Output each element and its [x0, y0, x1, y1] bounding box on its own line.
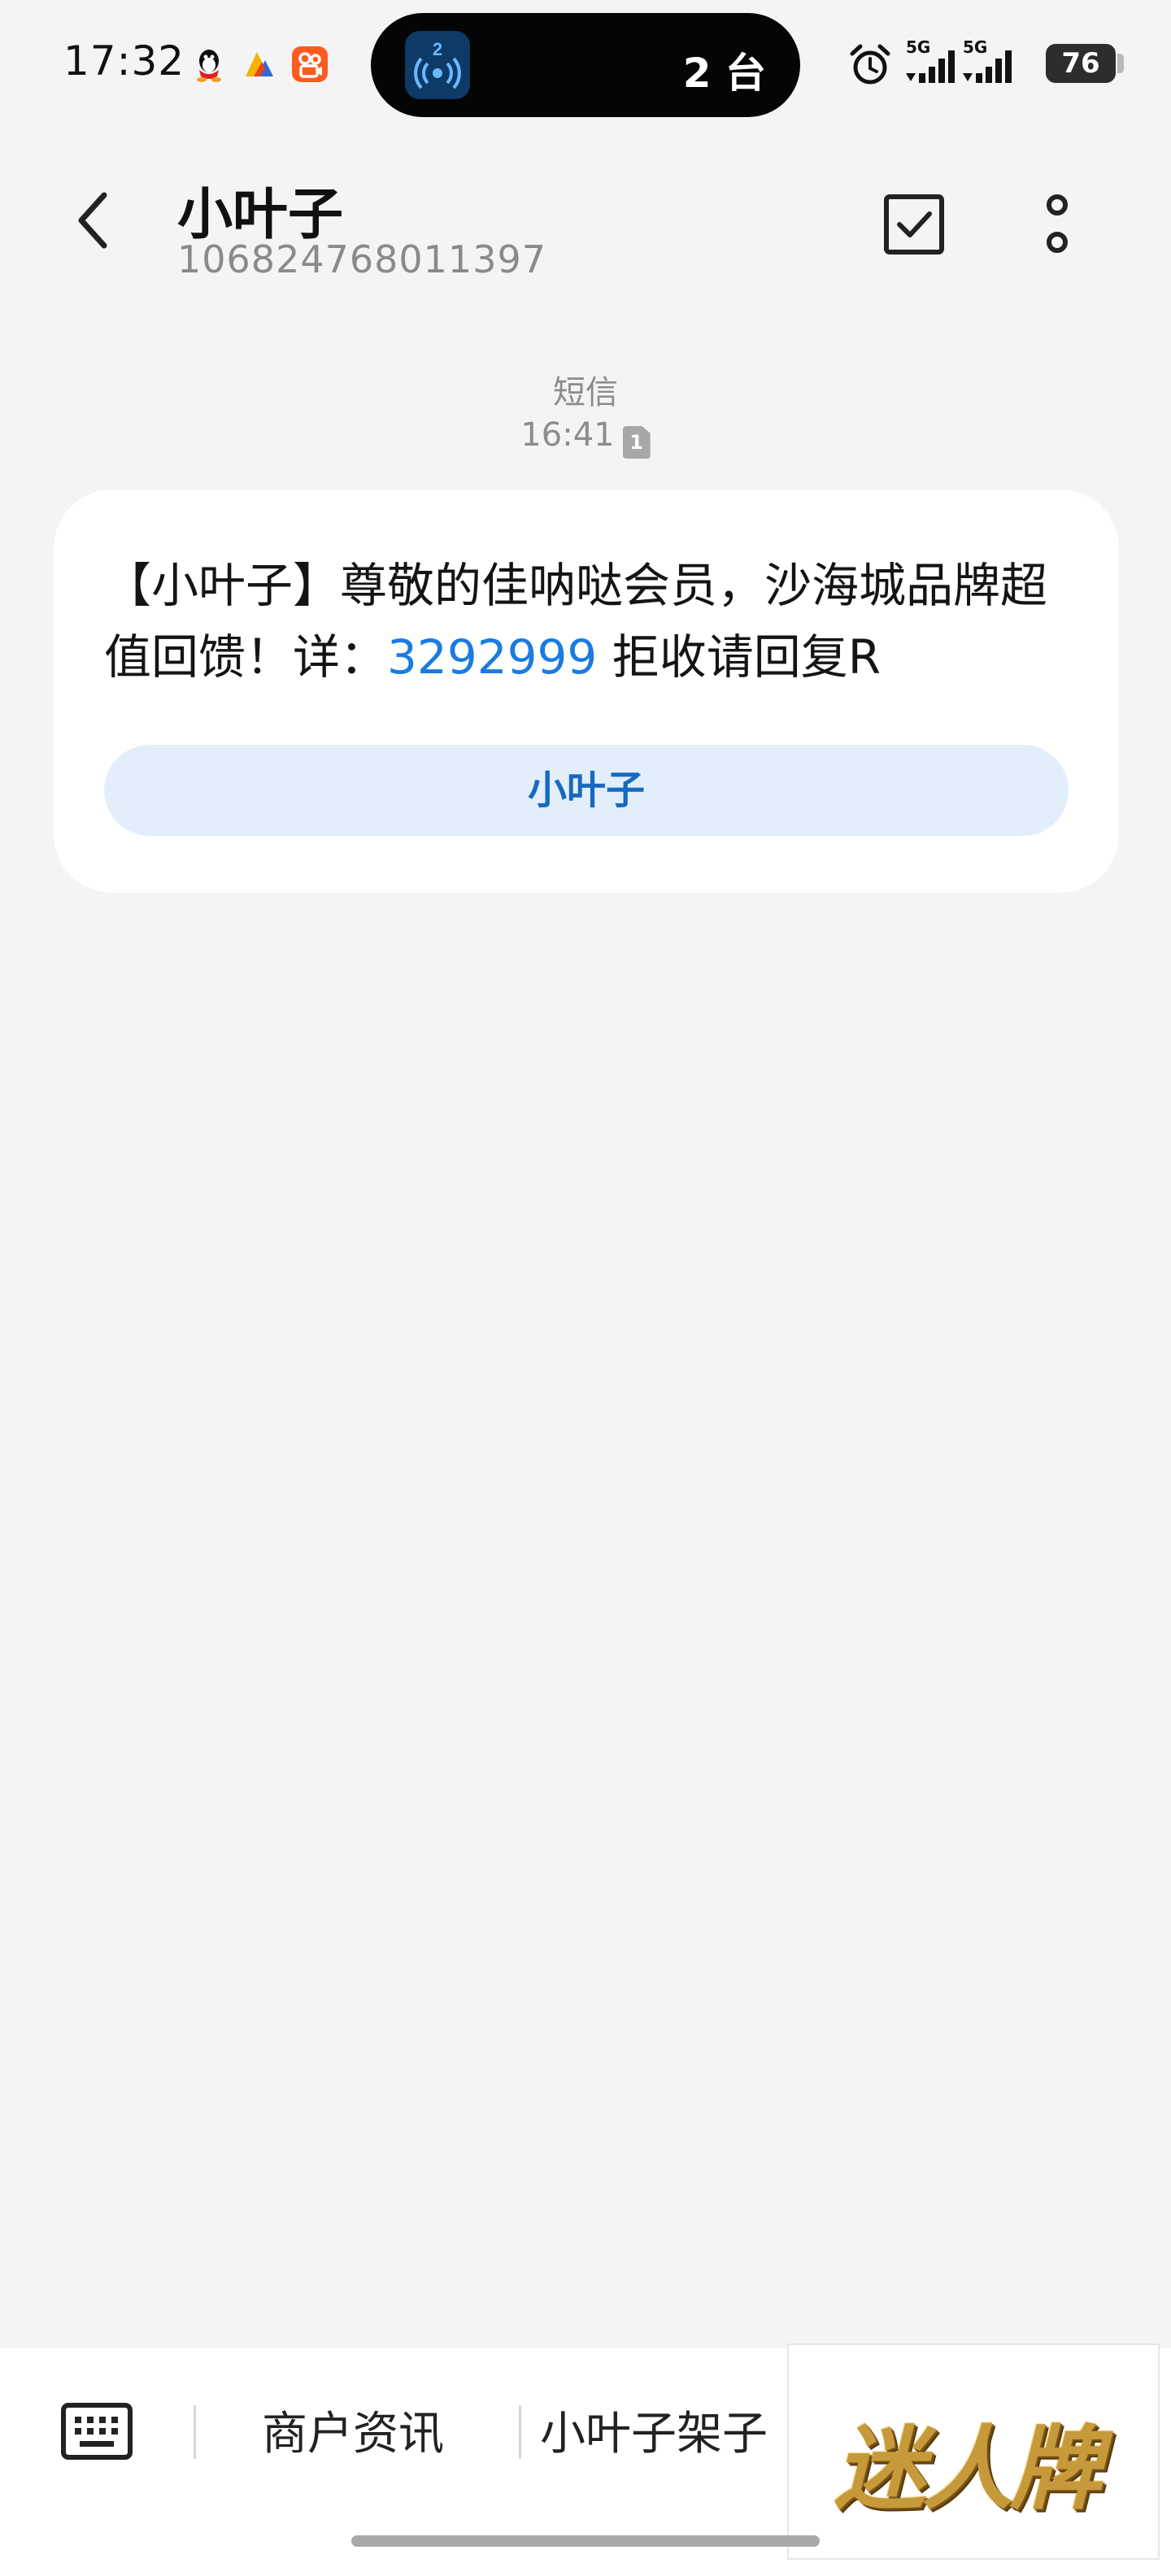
status-right-icons: 5G 5G 76 [847, 37, 1124, 89]
menu-divider [194, 2405, 196, 2459]
hotspot-app-icon: 2 [405, 31, 470, 99]
more-options-button[interactable] [1021, 189, 1093, 260]
hotspot-badge: 2 [433, 39, 442, 59]
ad-overlay[interactable]: 迷人牌 [787, 2343, 1160, 2560]
message-link[interactable]: 3292999 [387, 629, 597, 685]
status-bar: 17:32 2 2 台 5G 5G 76 [0, 0, 1171, 130]
message-body-tail: 拒收请回复R [597, 629, 882, 685]
menu-divider [519, 2405, 521, 2459]
message-type-label: 短信 [553, 374, 618, 411]
sim-card-badge: 1 [622, 426, 651, 459]
message-time: 16:41 [520, 416, 615, 454]
maps-icon [246, 52, 273, 76]
battery-indicator: 76 [1046, 44, 1124, 83]
signal-strength-1-icon [906, 50, 955, 83]
menu-item-merchant-info[interactable]: 商户资讯 [262, 2397, 444, 2463]
signal-strength-2-icon [963, 50, 1012, 83]
dynamic-island[interactable]: 2 2 台 [371, 13, 800, 117]
select-messages-button[interactable] [878, 189, 950, 260]
message-timestamp-row: 16:41 1 [0, 416, 1171, 459]
conversation-header: 小叶子 106824768011397 [0, 146, 1171, 309]
keyboard-toggle-button[interactable] [60, 2402, 133, 2461]
contact-number: 106824768011397 [177, 237, 546, 281]
ad-logo-text: 迷人牌 [834, 2416, 1101, 2522]
hotspot-icon: 2 [414, 39, 461, 89]
kuaishou-icon [292, 46, 328, 82]
sender-chip-button[interactable]: 小叶子 [104, 745, 1069, 836]
message-bubble[interactable]: 【小叶子】尊敬的佳呐哒会员，沙海城品牌超值回馈！详：3292999 拒收请回复R… [54, 490, 1119, 893]
status-time: 17:32 [63, 37, 185, 85]
connected-devices-count: 2 台 [682, 50, 766, 97]
sms-conversation-screen: 17:32 2 2 台 5G 5G 76 小叶子 106824768011397… [0, 0, 1171, 2576]
home-indicator[interactable] [351, 2535, 820, 2547]
alarm-icon [850, 44, 890, 85]
back-button[interactable] [59, 184, 132, 257]
menu-item-shelf[interactable]: 小叶子架子 [540, 2397, 768, 2463]
message-text: 【小叶子】尊敬的佳呐哒会员，沙海城品牌超值回馈！详：3292999 拒收请回复R [104, 550, 1080, 693]
qq-icon [197, 50, 221, 82]
